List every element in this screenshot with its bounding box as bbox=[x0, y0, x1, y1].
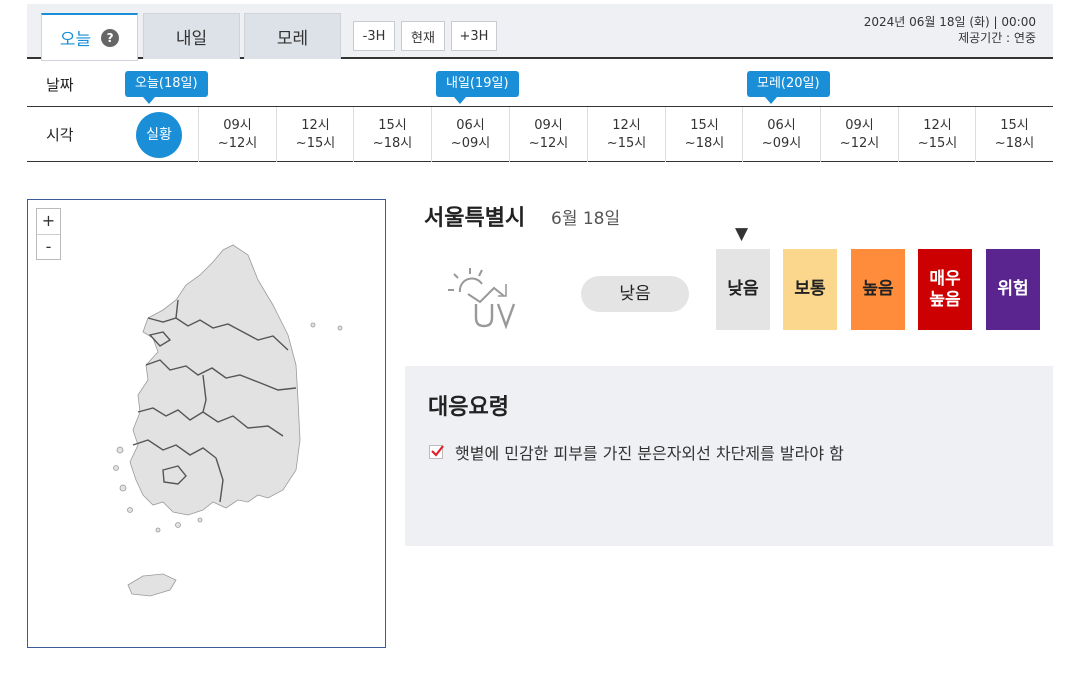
time-slot-start: 15시 bbox=[1000, 117, 1029, 133]
time-slot-start: 15시 bbox=[378, 117, 407, 133]
time-row-label: 시각 bbox=[46, 126, 74, 144]
uv-sun-icon bbox=[448, 268, 516, 330]
time-slot-end: ~15시 bbox=[917, 135, 958, 151]
time-slot-start: 12시 bbox=[923, 117, 952, 133]
time-slot[interactable]: 06시 ~09시 bbox=[742, 107, 820, 162]
check-icon bbox=[429, 445, 444, 459]
time-slot[interactable]: 12시 ~15시 bbox=[276, 107, 354, 162]
time-slot-start: 12시 bbox=[301, 117, 330, 133]
time-slot[interactable]: 06시 ~09시 bbox=[431, 107, 509, 162]
day-tag-tomorrow[interactable]: 내일(19일) bbox=[436, 71, 519, 104]
time-slot-end: ~12시 bbox=[839, 135, 880, 151]
time-slot[interactable]: 15시 ~18시 bbox=[665, 107, 743, 162]
uv-scale-very-high: 매우 높음 bbox=[918, 249, 972, 330]
guide-item-text: 햇볕에 민감한 피부를 가진 분은자외선 차단제를 발라야 함 bbox=[455, 444, 844, 463]
uv-scale-low: 낮음 bbox=[716, 249, 770, 330]
jeju-region bbox=[127, 573, 177, 597]
minus-3h-button[interactable]: -3H bbox=[353, 21, 395, 51]
city-name: 서울특별시 bbox=[424, 206, 526, 231]
time-slot-start: 12시 bbox=[612, 117, 641, 133]
tab-day-after[interactable]: 모레 bbox=[244, 13, 341, 59]
guide-title: 대응요령 bbox=[428, 395, 509, 420]
time-slot-start: 06시 bbox=[767, 117, 796, 133]
time-slot-start: 06시 bbox=[456, 117, 485, 133]
current-datetime: 2024년 06월 18일 (화) | 00:00 bbox=[863, 15, 1036, 29]
time-slot-start: 09시 bbox=[223, 117, 252, 133]
timeline-time-row: 시각 실황 09시 ~12시 12시 ~15시 15시 ~18시 06시 ~09시 09… bbox=[27, 107, 1053, 162]
time-slot[interactable]: 12시 ~15시 bbox=[587, 107, 665, 162]
uv-scale-high: 높음 bbox=[851, 249, 905, 330]
time-slot[interactable]: 12시 ~15시 bbox=[898, 107, 976, 162]
time-slot[interactable]: 15시 ~18시 bbox=[353, 107, 431, 162]
guide-item: 햇볕에 민감한 피부를 가진 분은자외선 차단제를 발라야 함 bbox=[429, 440, 844, 464]
time-slot-start: 15시 bbox=[690, 117, 719, 133]
service-period: 제공기간 : 연중 bbox=[958, 31, 1036, 45]
time-slot-start: 09시 bbox=[534, 117, 563, 133]
uv-scale-moderate: 보통 bbox=[783, 249, 837, 330]
time-slot-end: ~12시 bbox=[217, 135, 258, 151]
timeline-date-row: 날짜 오늘(18일) 내일(19일) 모레(20일) bbox=[27, 60, 1053, 107]
day-tag-today[interactable]: 오늘(18일) bbox=[125, 71, 208, 104]
korea-region-map[interactable] bbox=[108, 240, 348, 610]
time-slot-end: ~15시 bbox=[295, 135, 336, 151]
tab-tomorrow-label: 내일 bbox=[175, 29, 208, 49]
time-slot-end: ~09시 bbox=[761, 135, 802, 151]
time-slot-end: ~12시 bbox=[528, 135, 569, 151]
zoom-control: + - bbox=[36, 208, 61, 260]
plus-3h-button[interactable]: +3H bbox=[451, 21, 497, 51]
korea-map[interactable]: + - bbox=[27, 199, 386, 648]
time-slot[interactable]: 09시 ~12시 bbox=[820, 107, 898, 162]
time-slot[interactable]: 15시 ~18시 bbox=[975, 107, 1053, 162]
time-slot-end: ~18시 bbox=[684, 135, 725, 151]
time-slot-now[interactable]: 실황 bbox=[120, 107, 198, 162]
date-info: 2024년 06월 18일 (화) | 00:00 제공기간 : 연중 bbox=[864, 14, 1036, 46]
time-slot-end: ~15시 bbox=[606, 135, 647, 151]
now-button[interactable]: 현재 bbox=[401, 21, 445, 51]
date-row-label: 날짜 bbox=[46, 76, 74, 94]
response-guide: 대응요령 햇볕에 민감한 피부를 가진 분은자외선 차단제를 발라야 함 bbox=[405, 366, 1053, 546]
time-slot-end: ~18시 bbox=[994, 135, 1035, 151]
forecast-date: 6월 18일 bbox=[551, 209, 621, 229]
now-slot-button[interactable]: 실황 bbox=[136, 111, 182, 158]
zoom-out-button[interactable]: - bbox=[37, 234, 60, 259]
time-slot[interactable]: 09시 ~12시 bbox=[198, 107, 276, 162]
time-slot-end: ~18시 bbox=[372, 135, 413, 151]
tab-today-label: 오늘 bbox=[59, 30, 92, 50]
zoom-in-button[interactable]: + bbox=[37, 209, 60, 234]
forecast-day-tabs: 오늘 ? 내일 모레 -3H 현재 +3H 2024년 06월 18일 (화) … bbox=[27, 4, 1053, 61]
mainland-region bbox=[129, 244, 301, 516]
current-level-marker: ▼ bbox=[735, 224, 749, 244]
time-slot[interactable]: 09시 ~12시 bbox=[509, 107, 587, 162]
help-icon[interactable]: ? bbox=[101, 28, 120, 47]
tab-today[interactable]: 오늘 ? bbox=[41, 13, 138, 61]
uv-scale-danger: 위험 bbox=[986, 249, 1040, 330]
day-tag-day-after[interactable]: 모레(20일) bbox=[747, 71, 830, 104]
time-slot-start: 09시 bbox=[845, 117, 874, 133]
tab-day-after-label: 모레 bbox=[276, 29, 309, 49]
tab-tomorrow[interactable]: 내일 bbox=[143, 13, 240, 59]
time-slot-end: ~09시 bbox=[450, 135, 491, 151]
uv-level-badge: 낮음 bbox=[581, 276, 689, 312]
